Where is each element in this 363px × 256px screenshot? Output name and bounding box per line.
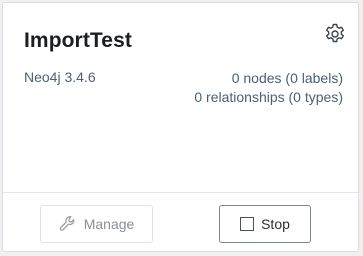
- database-card: ImportTest Neo4j 3.4.6 0 nodes (0 labels…: [2, 2, 359, 252]
- stop-square-icon: [240, 217, 255, 231]
- relationships-count: 0 relationships (0 types): [194, 89, 343, 105]
- database-version: Neo4j 3.4.6: [24, 69, 96, 85]
- stop-button[interactable]: Stop: [219, 205, 311, 243]
- database-title: ImportTest: [24, 29, 132, 52]
- nodes-count: 0 nodes (0 labels): [231, 70, 343, 86]
- wrench-icon: [59, 215, 77, 233]
- card-divider: [3, 192, 358, 193]
- stop-label: Stop: [261, 216, 290, 232]
- gear-icon[interactable]: [323, 22, 347, 46]
- manage-label: Manage: [83, 216, 135, 232]
- manage-button[interactable]: Manage: [40, 205, 153, 243]
- database-stats: 0 nodes (0 labels) 0 relationships (0 ty…: [194, 69, 343, 107]
